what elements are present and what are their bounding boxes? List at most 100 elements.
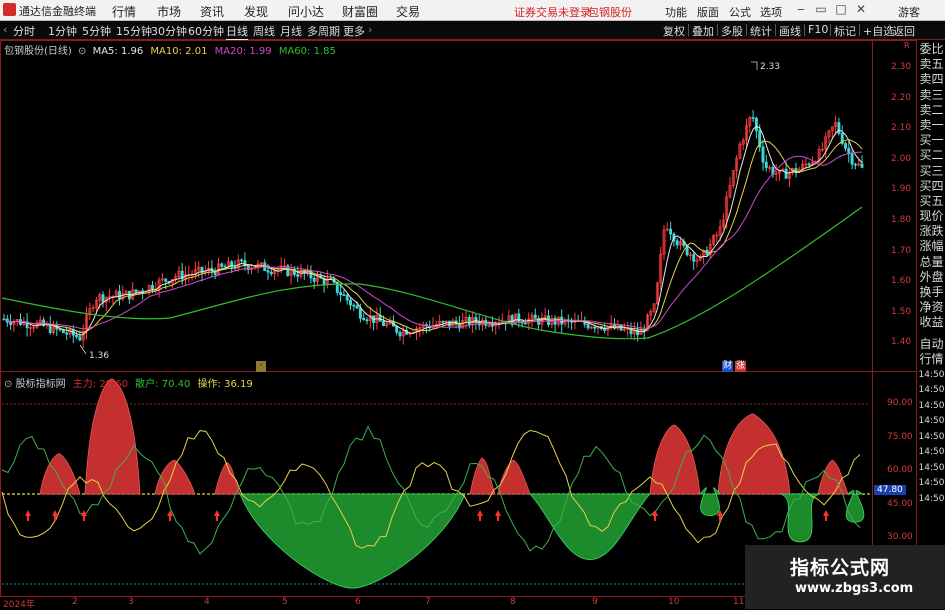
sidebar-quote-item[interactable]: 净资	[918, 300, 945, 315]
main-force-positive-area	[84, 378, 141, 495]
price-tick-label: 2.30	[891, 62, 912, 72]
candle-body	[58, 328, 62, 331]
candle-body	[490, 324, 494, 327]
candle-body	[807, 163, 811, 166]
sidebar-quote-item[interactable]: 卖二	[918, 103, 945, 118]
candle-body	[533, 314, 537, 319]
sidebar-tick-item[interactable]: 14:50	[918, 445, 945, 461]
candle-body	[339, 292, 343, 296]
date-tick-label: 3	[128, 597, 134, 607]
high-marker-line	[751, 61, 758, 70]
candle-body	[761, 146, 765, 163]
sidebar-quote-item[interactable]: 委比	[918, 42, 945, 57]
sidebar-quote-item[interactable]: 卖四	[918, 72, 945, 87]
candle-body	[362, 317, 366, 321]
sidebar-tick-item[interactable]: 14:50	[918, 414, 945, 430]
sidebar-quote-item[interactable]: 总量	[918, 255, 945, 270]
ma10-value: MA10: 2.01	[150, 46, 208, 57]
buy-signal-arrow-icon	[652, 510, 658, 521]
retail-value: 70.40	[161, 379, 191, 390]
indicator-name[interactable]: 股标指标网	[16, 379, 66, 390]
ma60-line	[1, 206, 863, 340]
sidebar-quote-item[interactable]: 换手	[918, 285, 945, 300]
buy-signal-arrow-icon	[214, 510, 220, 521]
candle-body	[523, 322, 527, 325]
candle-body	[467, 316, 471, 326]
indicator-tick-label: 90.00	[887, 398, 913, 408]
ma60-value: MA60: 1.85	[278, 46, 336, 57]
candle-body	[151, 284, 154, 290]
main-force-negative-area	[239, 493, 466, 589]
price-tick-label: 1.50	[891, 306, 912, 317]
candle-body	[230, 261, 234, 268]
date-tick-label: 8	[510, 597, 516, 607]
sidebar-tick-item[interactable]: 行情	[918, 352, 945, 368]
sidebar-quote-item[interactable]: 买五	[918, 194, 945, 209]
high-price-label: 2.33	[760, 62, 781, 72]
buy-signal-arrow-icon	[52, 510, 58, 521]
price-tick-label: 1.80	[891, 215, 912, 225]
main-force-positive-area	[497, 459, 531, 495]
sidebar-quote-item[interactable]: 外盘	[918, 270, 945, 285]
candle-body	[398, 332, 402, 337]
candle-body	[134, 289, 138, 293]
sidebar-quote-item[interactable]: 涨跌	[918, 224, 945, 239]
stock-period-label[interactable]: 包钢股份(日线)	[4, 46, 72, 57]
sidebar-tick-item[interactable]: 14:50	[918, 399, 945, 415]
date-tick-label: 7	[425, 597, 431, 607]
axis-corner-r: R	[904, 41, 910, 50]
date-tick-label: 4	[204, 597, 210, 607]
sidebar-quote-item[interactable]: 卖三	[918, 88, 945, 103]
main-legend: 包钢股份(日线) ⊙ MA5: 1.96 MA10: 2.01 MA20: 1.…	[4, 42, 336, 57]
candle-body	[352, 304, 356, 307]
kline-chart[interactable]	[0, 0, 945, 609]
sidebar-quote-item[interactable]: 买三	[918, 164, 945, 179]
sidebar-tick-item[interactable]: 14:50	[918, 492, 945, 508]
price-tick-label: 1.70	[891, 245, 912, 256]
candle-body	[269, 271, 273, 275]
buy-signal-arrow-icon	[25, 510, 31, 521]
candle-body	[853, 163, 857, 166]
indicator-toggle-icon[interactable]: ⊙	[4, 379, 12, 390]
candle-body	[751, 117, 755, 119]
candle-body	[365, 319, 369, 322]
candle-body	[355, 305, 359, 309]
sidebar-tick-item[interactable]: 14:50	[918, 476, 945, 492]
sidebar-quote-item[interactable]: 买一	[918, 133, 945, 148]
candle-body	[223, 266, 227, 268]
sidebar-tick-item[interactable]: 14:50	[918, 461, 945, 477]
price-tick-label: 2.00	[891, 153, 912, 164]
price-tick-label: 1.90	[891, 184, 912, 195]
candle-body	[837, 122, 841, 134]
candle-body	[382, 320, 385, 326]
sidebar-quote-item[interactable]: 现价	[918, 209, 945, 224]
retail-label: 散户:	[135, 379, 159, 390]
candle-body	[517, 313, 521, 323]
indicator-legend: ⊙ 股标指标网 主力: 29.60 散户: 70.40 操作: 36.19	[4, 375, 253, 390]
sidebar-quote-item[interactable]: 收益	[918, 315, 945, 330]
sidebar-quote-item[interactable]: 涨幅	[918, 239, 945, 254]
sidebar-quote-item[interactable]: 卖一	[918, 118, 945, 133]
candle-body	[118, 291, 121, 300]
indicator-tick-label: 60.00	[887, 465, 913, 475]
ma20-value: MA20: 1.99	[214, 46, 272, 57]
date-tick-label: 11	[733, 597, 745, 607]
candle-body	[312, 277, 316, 282]
sidebar-quote-item[interactable]: 卖五	[918, 57, 945, 72]
sidebar-tick-item[interactable]: 14:50	[918, 430, 945, 446]
low-price-label: 1.36	[89, 351, 110, 361]
buy-signal-arrow-icon	[81, 510, 87, 521]
sidebar-tick-item[interactable]: 自动	[918, 337, 945, 353]
rise-marker-icon[interactable]: 涨	[735, 361, 746, 372]
candle-body	[240, 259, 244, 262]
sidebar-quote-item[interactable]: 买二	[918, 148, 945, 163]
sidebar-tick-item[interactable]: 14:50	[918, 383, 945, 399]
candle-body	[349, 299, 352, 306]
sidebar-tick-item[interactable]: 14:50	[918, 368, 945, 384]
legend-toggle-icon[interactable]: ⊙	[78, 46, 86, 57]
event-marker-icon[interactable]: ·	[256, 361, 266, 372]
finance-marker-icon[interactable]: 财	[722, 361, 733, 372]
candle-body	[764, 161, 768, 169]
sidebar-quote-item[interactable]: 买四	[918, 179, 945, 194]
price-tick-label: 1.60	[891, 276, 912, 287]
